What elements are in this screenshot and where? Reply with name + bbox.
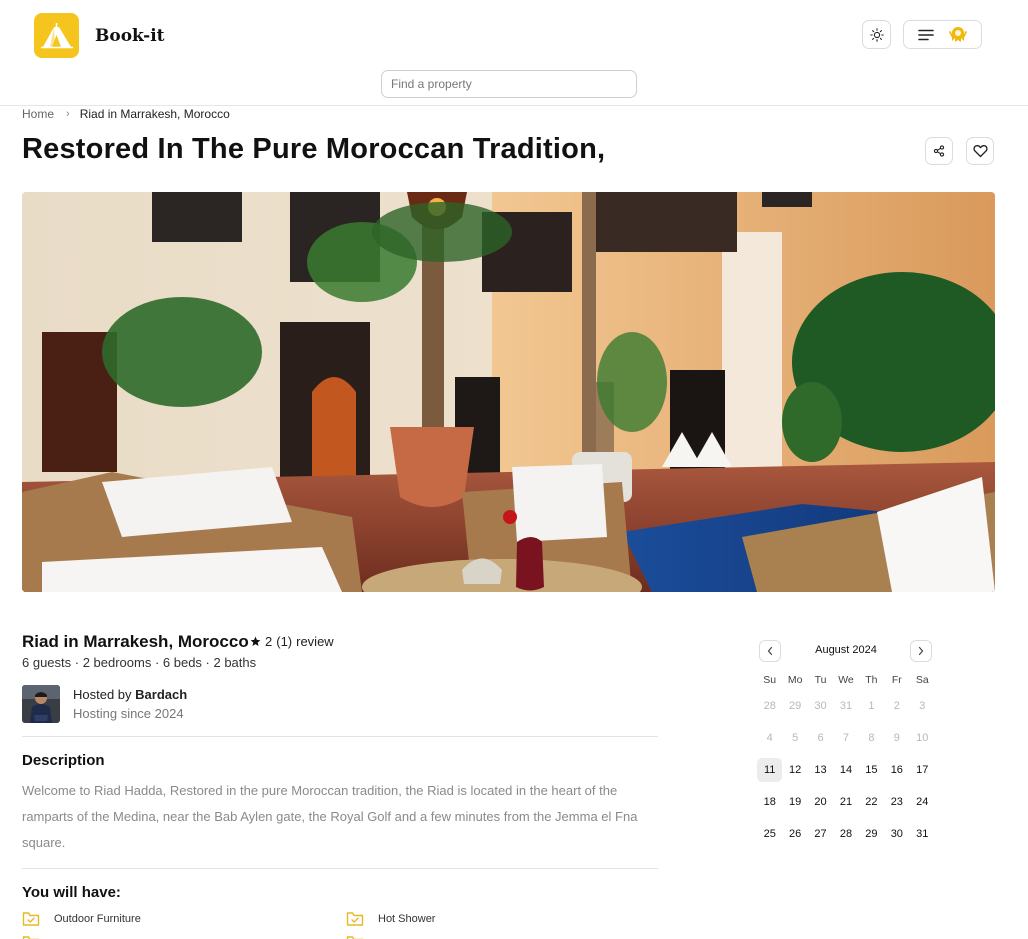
theme-toggle-button[interactable] — [862, 20, 891, 49]
calendar-grid: Su Mo Tu We Th Fr Sa 28 29 30 31 1 2 3 4 5 6 7 8 9 10 11 12 13… — [757, 670, 935, 850]
logo[interactable] — [34, 13, 79, 58]
breadcrumb-home-link[interactable]: Home — [22, 107, 54, 121]
menu-icon — [918, 29, 934, 40]
calendar-day: 9 — [893, 732, 900, 744]
calendar-day[interactable]: 17 — [910, 758, 935, 782]
calendar-weeks: 28 29 30 31 1 2 3 4 5 6 7 8 9 10 11 12 13 14 15 16 17 18 19 20 2… — [757, 690, 935, 850]
calendar-day[interactable]: 21 — [833, 790, 858, 814]
rating[interactable]: 2 (1) review — [250, 634, 334, 649]
listing-title: Riad in Marrakesh, Morocco — [22, 632, 249, 651]
calendar-day[interactable]: 16 — [884, 758, 909, 782]
calendar-day: 29 — [789, 700, 802, 712]
calendar-next-button[interactable] — [910, 640, 932, 662]
calendar-day: 2 — [893, 700, 900, 712]
share-icon — [933, 145, 945, 157]
calendar-day[interactable]: 18 — [757, 790, 782, 814]
amenity-label: Hot Shower — [378, 913, 436, 925]
property-photo — [22, 192, 995, 592]
rating-value: 2 — [265, 634, 273, 649]
calendar-month: August 2024 — [815, 644, 877, 656]
calendar-day[interactable]: 27 — [808, 822, 833, 846]
folder-check-icon — [346, 912, 364, 926]
calendar-weekday: Th — [865, 674, 878, 686]
description-text: Welcome to Riad Hadda, Restored in the p… — [22, 783, 638, 850]
site-header: Book-it — [0, 0, 1028, 106]
search-input[interactable] — [381, 70, 637, 98]
host-prefix: Hosted by — [73, 687, 132, 702]
share-button[interactable] — [925, 137, 953, 165]
host-line: Hosted by Bardach — [73, 687, 187, 702]
calendar-day[interactable]: 14 — [833, 758, 858, 782]
divider — [22, 736, 658, 737]
calendar-week-row: 4 5 6 7 8 9 10 — [757, 722, 935, 754]
brand-name[interactable]: Book-it — [95, 26, 165, 46]
calendar-day: 28 — [763, 700, 776, 712]
sun-icon — [869, 27, 884, 42]
user-avatar-icon — [949, 26, 967, 42]
calendar-week-row: 28 29 30 31 1 2 3 — [757, 690, 935, 722]
calendar-day[interactable]: 31 — [910, 822, 935, 846]
calendar-day: 6 — [817, 732, 824, 744]
calendar-day[interactable]: 15 — [859, 758, 884, 782]
calendar-week-row: 11 12 13 14 15 16 17 — [757, 754, 935, 786]
heart-icon — [972, 145, 988, 158]
calendar-day[interactable]: 25 — [757, 822, 782, 846]
breadcrumb-current: Riad in Marrakesh, Morocco — [79, 107, 230, 121]
calendar-day[interactable]: 24 — [910, 790, 935, 814]
calendar-weekday: Fr — [891, 674, 902, 686]
calendar-day[interactable]: 26 — [782, 822, 807, 846]
favorite-button[interactable] — [966, 137, 994, 165]
folder-check-icon — [22, 935, 40, 939]
calendar-day: 4 — [766, 732, 773, 744]
listing-specs: 6 guests · 2 bedrooms · 6 beds · 2 baths — [22, 655, 257, 670]
calendar-day[interactable]: 30 — [884, 822, 909, 846]
host-since: Hosting since 2024 — [73, 706, 184, 721]
calendar-day: 30 — [814, 700, 827, 712]
amenity-item: Outdoor Furniture — [22, 911, 141, 927]
page-title: Restored In The Pure Moroccan Tradition, — [22, 133, 606, 165]
tent-icon — [40, 22, 73, 48]
calendar-weekday-row: Su Mo Tu We Th Fr Sa — [757, 670, 935, 690]
calendar-day: 3 — [919, 700, 926, 712]
calendar-weekday: Mo — [787, 674, 803, 686]
amenity-label: Outdoor Furniture — [54, 913, 141, 925]
calendar-week-row: 25 26 27 28 29 30 31 — [757, 818, 935, 850]
user-menu-button[interactable] — [903, 20, 982, 49]
calendar-weekday: Tu — [814, 674, 827, 686]
calendar-day[interactable]: 11 — [757, 758, 783, 782]
calendar-day[interactable]: 23 — [884, 790, 909, 814]
calendar-day: 8 — [868, 732, 875, 744]
amenity-item: Hot Shower — [346, 911, 435, 927]
calendar-day: 1 — [868, 700, 875, 712]
host-avatar[interactable] — [22, 685, 60, 723]
calendar-day[interactable]: 20 — [808, 790, 833, 814]
calendar-day: 31 — [839, 700, 853, 712]
breadcrumb: Home › Riad in Marrakesh, Morocco — [22, 107, 230, 121]
host-name[interactable]: Bardach — [135, 687, 187, 702]
divider — [22, 868, 658, 869]
folder-check-icon — [346, 935, 364, 939]
chevron-right-icon — [918, 646, 924, 656]
calendar-day[interactable]: 22 — [859, 790, 884, 814]
description-heading: Description — [22, 752, 105, 769]
calendar-weekday: We — [838, 674, 854, 686]
calendar-day[interactable]: 29 — [859, 822, 884, 846]
calendar-day: 5 — [792, 732, 799, 744]
rating-review-label: review — [296, 634, 334, 649]
calendar-week-row: 18 19 20 21 22 23 24 — [757, 786, 935, 818]
calendar-day[interactable]: 13 — [808, 758, 833, 782]
calendar-weekday: Su — [763, 674, 777, 686]
rating-count: (1) — [276, 634, 293, 649]
calendar-weekday: Sa — [915, 674, 929, 686]
calendar-day[interactable]: 28 — [833, 822, 858, 846]
calendar-day: 10 — [916, 732, 929, 744]
amenities-heading: You will have: — [22, 884, 121, 901]
folder-check-icon — [22, 912, 40, 926]
star-icon — [250, 636, 261, 646]
calendar-day[interactable]: 19 — [782, 790, 807, 814]
calendar-day[interactable]: 12 — [782, 758, 807, 782]
chevron-right-icon: › — [66, 108, 70, 120]
calendar-day: 7 — [842, 732, 850, 744]
